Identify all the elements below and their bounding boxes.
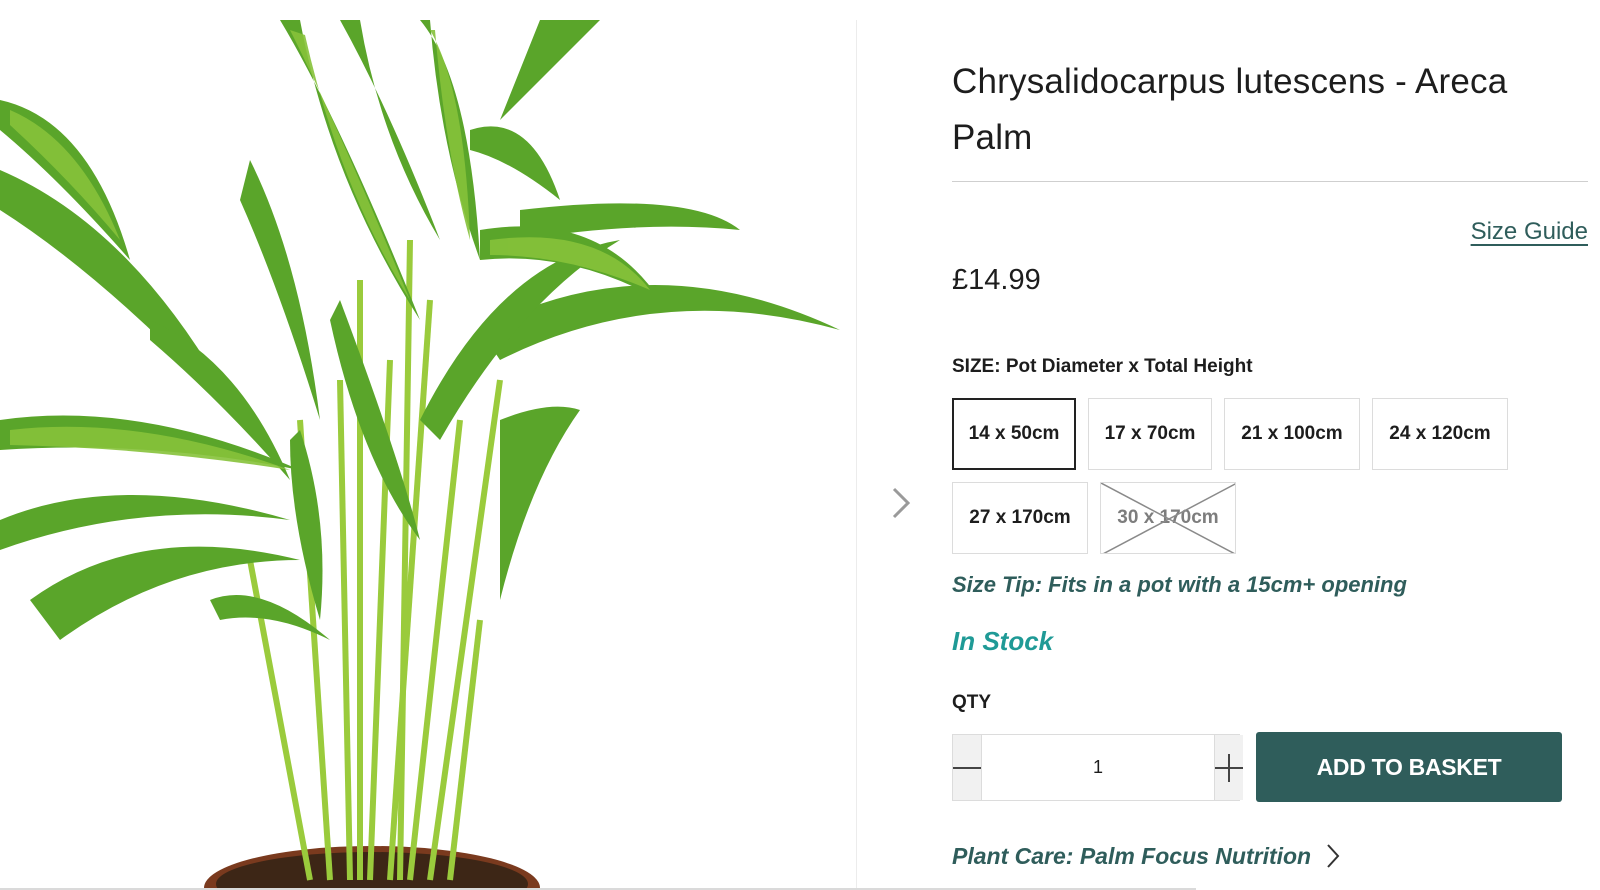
size-option-label: 21 x 100cm: [1241, 423, 1343, 444]
plus-icon: [1215, 753, 1243, 782]
quantity-stepper: [952, 734, 1243, 801]
quantity-increment-button[interactable]: [1215, 735, 1243, 800]
size-option-label: 14 x 50cm: [968, 423, 1060, 444]
size-label: SIZE: Pot Diameter x Total Height: [952, 356, 1253, 377]
plant-care-label: Plant Care: Palm Focus Nutrition: [952, 842, 1312, 869]
title-divider: [952, 181, 1588, 182]
quantity-input[interactable]: [981, 735, 1215, 800]
minus-icon: [953, 766, 981, 769]
gallery-next-icon[interactable]: [888, 486, 914, 520]
plant-care-link[interactable]: Plant Care: Palm Focus Nutrition: [952, 842, 1341, 870]
size-option-17x70[interactable]: 17 x 70cm: [1088, 398, 1212, 470]
product-price: £14.99: [952, 264, 1041, 296]
size-option-label: 27 x 170cm: [969, 507, 1071, 528]
size-option-14x50[interactable]: 14 x 50cm: [952, 398, 1076, 470]
size-guide-link[interactable]: Size Guide: [1471, 218, 1588, 246]
stock-status: In Stock: [952, 626, 1054, 656]
product-title: Chrysalidocarpus lutescens - Areca Palm: [952, 62, 1508, 157]
size-option-27x170[interactable]: 27 x 170cm: [952, 482, 1088, 554]
size-option-label: 24 x 120cm: [1389, 423, 1491, 444]
size-option-21x100[interactable]: 21 x 100cm: [1224, 398, 1360, 470]
add-to-basket-button[interactable]: ADD TO BASKET: [1256, 732, 1562, 802]
chevron-right-icon: [1327, 844, 1340, 868]
product-info: Chrysalidocarpus lutescens - Areca Palm: [952, 54, 1588, 166]
quantity-decrement-button[interactable]: [953, 735, 981, 800]
quantity-label: QTY: [952, 692, 992, 713]
size-option-label: 17 x 70cm: [1104, 423, 1196, 444]
product-photo[interactable]: [0, 0, 860, 890]
gallery-divider: [856, 20, 857, 890]
unavailable-cross-icon: [1101, 483, 1235, 553]
size-tip: Size Tip: Fits in a pot with a 15cm+ ope…: [952, 572, 1407, 597]
size-option-24x120[interactable]: 24 x 120cm: [1372, 398, 1508, 470]
product-image-gallery: [0, 0, 860, 890]
size-option-30x170-unavailable[interactable]: 30 x 170cm: [1100, 482, 1236, 554]
